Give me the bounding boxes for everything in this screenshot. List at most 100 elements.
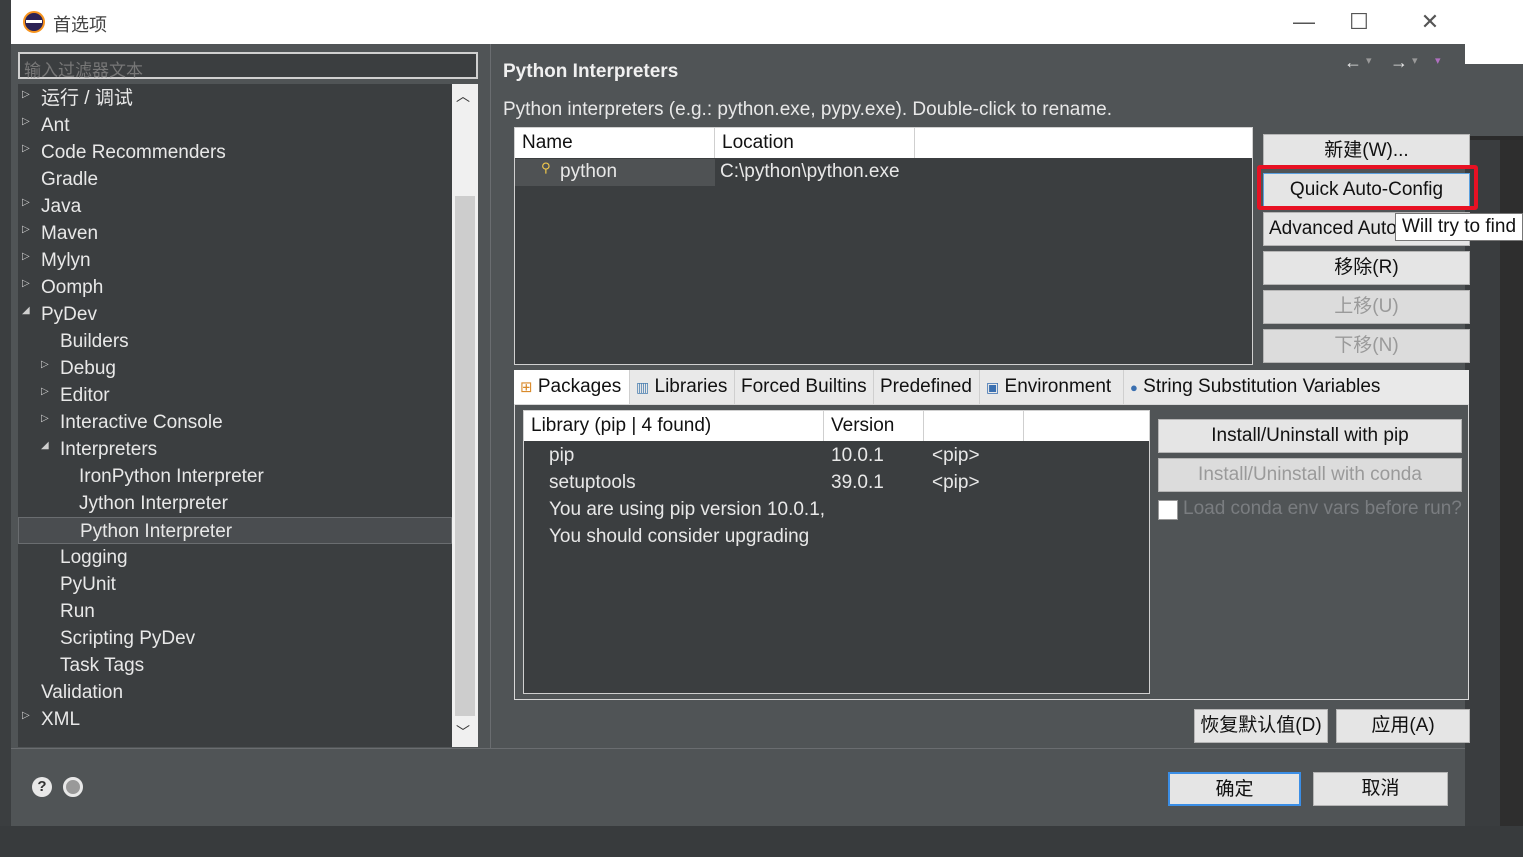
new-interpreter-button[interactable]: 新建(W)...: [1263, 134, 1470, 168]
apply-button[interactable]: 应用(A): [1336, 709, 1470, 743]
column-header-library[interactable]: Library (pip | 4 found): [524, 411, 824, 441]
remove-button[interactable]: 移除(R): [1263, 251, 1470, 285]
tree-item[interactable]: Task Tags: [18, 652, 452, 679]
tree-item[interactable]: Scripting PyDev: [18, 625, 452, 652]
tree-item[interactable]: ▷ 运行 / 调试: [18, 85, 452, 112]
tree-item-label: Python Interpreter: [80, 521, 233, 542]
minimize-button[interactable]: —: [1289, 8, 1319, 36]
tree-item-label: XML: [41, 709, 81, 730]
scroll-up-icon[interactable]: ︿: [456, 86, 470, 106]
tab-libraries[interactable]: ▥ Libraries: [630, 370, 735, 404]
cancel-button[interactable]: 取消: [1313, 772, 1448, 806]
collapse-arrow-icon[interactable]: ◢: [22, 297, 30, 324]
interpreters-table[interactable]: Name Location ⚲ python C:\python\python.…: [514, 127, 1253, 365]
tab-label: Packages: [537, 376, 622, 397]
install-pip-button[interactable]: Install/Uninstall with pip: [1158, 419, 1462, 453]
table-row[interactable]: ⚲ python: [515, 159, 715, 186]
column-header-version[interactable]: Version: [824, 411, 924, 441]
expand-arrow-icon[interactable]: ▷: [22, 108, 30, 135]
expand-arrow-icon[interactable]: ▷: [41, 351, 49, 378]
pip-notice: You should consider upgrading: [549, 526, 810, 547]
tree-item[interactable]: ◢ PyDev: [18, 301, 452, 328]
tab-string-substitution[interactable]: ● String Substitution Variables: [1124, 370, 1404, 404]
column-header-filler: [915, 128, 1252, 158]
view-menu-icon[interactable]: ▾: [1435, 54, 1441, 67]
conda-env-checkbox[interactable]: [1158, 500, 1178, 520]
tree-item[interactable]: Logging: [18, 544, 452, 571]
back-arrow-icon[interactable]: ←: [1344, 52, 1362, 73]
background-left-edge: [0, 0, 11, 857]
highlight-box: [1257, 165, 1478, 210]
tree-item-label: Debug: [60, 358, 116, 379]
import-export-icon[interactable]: [63, 777, 83, 797]
tree-item[interactable]: ▷ Editor: [18, 382, 452, 409]
page-description: Python interpreters (e.g.: python.exe, p…: [503, 99, 1113, 120]
interpreter-info-tabs: ⊞ Packages ▥ Libraries Forced Builtins P…: [514, 370, 1469, 404]
tab-label: Predefined: [880, 376, 972, 397]
tree-item[interactable]: ▷ Java: [18, 193, 452, 220]
tree-item[interactable]: ▷ Maven: [18, 220, 452, 247]
expand-arrow-icon[interactable]: ▷: [22, 81, 30, 108]
tree-item-label: Java: [41, 196, 82, 217]
tooltip: Will try to find: [1395, 213, 1523, 241]
tree-item-label: Editor: [60, 385, 110, 406]
tab-environment[interactable]: ▣ Environment: [980, 370, 1124, 404]
scrollbar-thumb[interactable]: [455, 196, 475, 716]
column-header-name[interactable]: Name: [515, 128, 715, 158]
tree-scrollbar[interactable]: ︿ ﹀: [452, 84, 478, 747]
tab-predefined[interactable]: Predefined: [874, 370, 980, 404]
tree-item[interactable]: ▷ XML: [18, 706, 452, 733]
package-source: <pip>: [932, 445, 980, 466]
tree-item-label: 运行 / 调试: [41, 88, 133, 109]
tree-item[interactable]: IronPython Interpreter: [18, 463, 452, 490]
scroll-down-icon[interactable]: ﹀: [456, 722, 470, 742]
tree-item[interactable]: ▷ Interactive Console: [18, 409, 452, 436]
help-icon[interactable]: ?: [32, 777, 52, 797]
tab-packages[interactable]: ⊞ Packages: [514, 370, 630, 404]
package-version: 10.0.1: [831, 445, 884, 466]
tree-item[interactable]: Gradle: [18, 166, 452, 193]
expand-arrow-icon[interactable]: ▷: [22, 270, 30, 297]
install-conda-button[interactable]: Install/Uninstall with conda: [1158, 458, 1462, 492]
tree-item[interactable]: ▷ Mylyn: [18, 247, 452, 274]
expand-arrow-icon[interactable]: ▷: [22, 243, 30, 270]
tree-item[interactable]: Python Interpreter: [18, 517, 452, 544]
tree-item-label: PyUnit: [60, 574, 116, 595]
tree-item-label: PyDev: [41, 304, 97, 325]
restore-defaults-button[interactable]: 恢复默认值(D): [1194, 709, 1328, 743]
tree-item-label: IronPython Interpreter: [79, 466, 264, 487]
move-up-button[interactable]: 上移(U): [1263, 290, 1470, 324]
tree-item-label: Task Tags: [60, 655, 145, 676]
forward-arrow-icon[interactable]: →: [1390, 52, 1408, 73]
tree-item[interactable]: ◢ Interpreters: [18, 436, 452, 463]
title-bar: 首选项 — ☐ ✕: [11, 0, 1465, 44]
close-button[interactable]: ✕: [1415, 8, 1445, 36]
expand-arrow-icon[interactable]: ▷: [22, 135, 30, 162]
packages-table[interactable]: Library (pip | 4 found) Version pip 10.0…: [523, 410, 1150, 694]
window-title: 首选项: [53, 15, 107, 35]
maximize-button[interactable]: ☐: [1344, 8, 1374, 36]
collapse-arrow-icon[interactable]: ◢: [41, 432, 49, 459]
filter-input[interactable]: 输入过滤器文本: [18, 52, 478, 80]
tree-item[interactable]: PyUnit: [18, 571, 452, 598]
move-down-button[interactable]: 下移(N): [1263, 329, 1470, 363]
tree-item[interactable]: Jython Interpreter: [18, 490, 452, 517]
tree-item[interactable]: ▷ Debug: [18, 355, 452, 382]
tree-item[interactable]: ▷ Ant: [18, 112, 452, 139]
tree-item[interactable]: Builders: [18, 328, 452, 355]
column-header-location[interactable]: Location: [715, 128, 915, 158]
conda-env-label: Load conda env vars before run?: [1183, 498, 1462, 519]
back-menu-icon[interactable]: ▾: [1366, 54, 1372, 67]
expand-arrow-icon[interactable]: ▷: [22, 216, 30, 243]
ok-button[interactable]: 确定: [1168, 772, 1301, 806]
expand-arrow-icon[interactable]: ▷: [22, 702, 30, 729]
forward-menu-icon[interactable]: ▾: [1412, 54, 1418, 67]
tree-item[interactable]: Run: [18, 598, 452, 625]
tab-forced-builtins[interactable]: Forced Builtins: [735, 370, 874, 404]
expand-arrow-icon[interactable]: ▷: [22, 189, 30, 216]
tree-item[interactable]: Validation: [18, 679, 452, 706]
tree-item[interactable]: ▷ Oomph: [18, 274, 452, 301]
expand-arrow-icon[interactable]: ▷: [41, 405, 49, 432]
expand-arrow-icon[interactable]: ▷: [41, 378, 49, 405]
tree-item[interactable]: ▷ Code Recommenders: [18, 139, 452, 166]
